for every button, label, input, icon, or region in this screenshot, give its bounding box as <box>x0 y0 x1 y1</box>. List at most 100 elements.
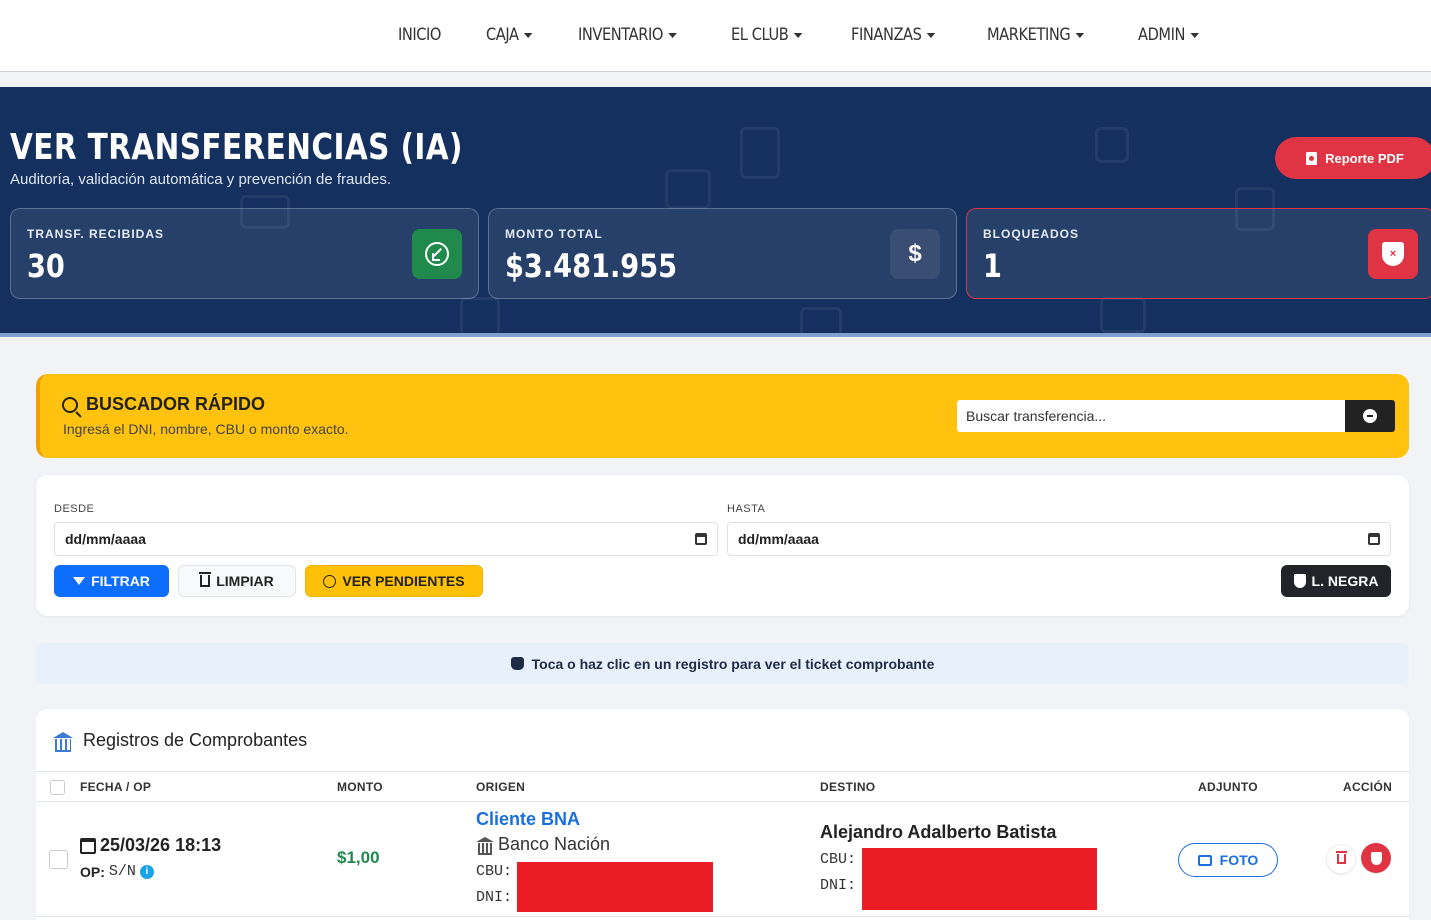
hero-banner: VER TRANSFERENCIAS (IA) Auditoría, valid… <box>0 87 1431 337</box>
row-checkbox[interactable] <box>49 850 68 869</box>
stat-card-total: MONTO TOTAL $3.481.955 $ <box>488 208 957 299</box>
stat-card-received: TRANSF. RECIBIDAS 30 <box>10 208 479 299</box>
decorative-pattern <box>1100 297 1146 333</box>
bank-icon <box>53 731 73 752</box>
nav-label: EL CLUB <box>730 25 789 45</box>
caret-down-icon <box>1190 32 1199 38</box>
filter-card: DESDE dd/mm/aaaa HASTA dd/mm/aaaa FILTRA… <box>36 475 1409 616</box>
stat-card-blocked: BLOQUEADOS 1 × <box>966 208 1431 299</box>
clock-icon <box>323 574 337 588</box>
nav-item-admin[interactable]: ADMIN <box>1138 25 1199 45</box>
pdf-report-label: Reporte PDF <box>1325 150 1404 166</box>
top-navbar: INICIO CAJA INVENTARIO EL CLUB FINANZAS … <box>0 0 1431 72</box>
from-date-input[interactable]: dd/mm/aaaa <box>54 522 718 556</box>
calendar-icon[interactable] <box>695 533 707 545</box>
column-header-action[interactable]: ACCIÓN <box>1343 780 1392 794</box>
row-date: 25/03/26 18:13 <box>80 835 221 856</box>
search-input[interactable] <box>957 400 1345 432</box>
decorative-pattern <box>740 127 780 179</box>
table-header: FECHA / OP MONTO ORIGEN DESTINO ADJUNTO … <box>36 771 1409 802</box>
caret-down-icon <box>523 32 533 38</box>
search-icon <box>62 396 78 413</box>
nav-item-finanzas[interactable]: FINANZAS <box>851 25 936 45</box>
filter-button-label: FILTRAR <box>91 573 150 589</box>
view-photo-label: FOTO <box>1219 852 1259 868</box>
blacklist-button-label: L. NEGRA <box>1311 573 1379 589</box>
nav-item-el-club[interactable]: EL CLUB <box>731 25 802 45</box>
destination-cbu-label: CBU: <box>820 851 857 868</box>
row-date-text: 25/03/26 18:13 <box>100 835 222 855</box>
caret-down-icon <box>667 32 677 38</box>
calendar-icon[interactable] <box>1368 533 1380 545</box>
nav-item-caja[interactable]: CAJA <box>486 25 533 45</box>
column-header-amount[interactable]: MONTO <box>337 780 383 794</box>
view-pending-label: VER PENDIENTES <box>342 573 465 589</box>
op-label: OP: <box>80 863 105 880</box>
block-button[interactable] <box>1361 843 1391 873</box>
caret-down-icon <box>1075 32 1085 38</box>
dollar-icon: $ <box>890 229 940 279</box>
nav-item-inicio[interactable]: INICIO <box>398 25 441 45</box>
stat-value: 1 <box>983 247 1002 285</box>
stat-value: $3.481.955 <box>505 247 678 285</box>
destination-dni-label: DNI: <box>820 877 857 894</box>
filter-button[interactable]: FILTRAR <box>54 565 169 597</box>
destination-name: Alejandro Adalberto Batista <box>820 822 1057 842</box>
decorative-pattern <box>800 307 842 333</box>
quick-search-subtitle: Ingresá el DNI, nombre, CBU o monto exac… <box>63 421 349 437</box>
blacklist-button[interactable]: L. NEGRA <box>1281 565 1391 597</box>
nav-label: ADMIN <box>1138 25 1185 45</box>
search-submit-button[interactable] <box>1345 400 1395 432</box>
bank-icon <box>476 836 494 855</box>
image-icon <box>1197 854 1212 866</box>
funnel-icon <box>73 577 86 585</box>
delete-button[interactable] <box>1326 844 1356 874</box>
decorative-pattern <box>665 169 711 209</box>
pdf-report-button[interactable]: Reporte PDF <box>1275 137 1431 179</box>
origin-bank-text: Banco Nación <box>498 834 611 854</box>
nav-menu: INICIO CAJA INVENTARIO EL CLUB FINANZAS … <box>398 0 1247 70</box>
view-pending-button[interactable]: VER PENDIENTES <box>305 565 483 597</box>
clear-button[interactable]: LIMPIAR <box>178 565 296 597</box>
shield-icon <box>1370 851 1382 865</box>
from-date-value: dd/mm/aaaa <box>65 531 146 547</box>
quick-search-title: BUSCADOR RÁPIDO <box>62 394 265 415</box>
nav-item-inventario[interactable]: INVENTARIO <box>578 25 677 45</box>
from-date-label: DESDE <box>54 503 95 515</box>
info-hint-text: Toca o haz clic en un registro para ver … <box>531 655 935 672</box>
stat-label: BLOQUEADOS <box>983 227 1080 241</box>
column-header-attachment[interactable]: ADJUNTO <box>1198 780 1258 794</box>
to-date-input[interactable]: dd/mm/aaaa <box>727 522 1391 556</box>
stat-label: MONTO TOTAL <box>505 227 603 241</box>
quick-search-title-text: BUSCADOR RÁPIDO <box>86 394 266 414</box>
origin-dni-label: DNI: <box>476 889 513 906</box>
column-header-origin[interactable]: ORIGEN <box>476 780 525 794</box>
stat-icon-box: × <box>1368 229 1418 279</box>
info-icon[interactable]: i <box>139 864 154 879</box>
shield-icon <box>1293 574 1306 588</box>
arrow-in-icon <box>425 242 449 266</box>
nav-label: INVENTARIO <box>577 25 663 45</box>
page-title: VER TRANSFERENCIAS (IA) <box>10 127 463 168</box>
to-date-label: HASTA <box>727 503 766 515</box>
column-header-date[interactable]: FECHA / OP <box>80 780 151 794</box>
info-hint-bar: Toca o haz clic en un registro para ver … <box>36 643 1409 684</box>
nav-label: INICIO <box>398 25 442 45</box>
select-all-checkbox[interactable] <box>50 780 65 795</box>
arrow-right-icon <box>1363 409 1377 423</box>
pdf-file-icon <box>1306 151 1318 165</box>
decorative-pattern <box>460 297 500 333</box>
view-photo-button[interactable]: FOTO <box>1178 843 1278 877</box>
nav-item-marketing[interactable]: MARKETING <box>987 25 1085 45</box>
column-header-destination[interactable]: DESTINO <box>820 780 875 794</box>
table-row[interactable]: 25/03/26 18:13 OP: S/N i $1,00 Cliente B… <box>36 802 1409 917</box>
pointer-hand-icon <box>510 657 524 670</box>
row-amount: $1,00 <box>337 848 380 867</box>
stat-icon-box <box>412 229 462 279</box>
records-title: Registros de Comprobantes <box>53 730 307 752</box>
nav-label: CAJA <box>486 25 519 45</box>
clear-button-label: LIMPIAR <box>216 573 274 589</box>
stat-value: 30 <box>27 247 65 285</box>
nav-label: MARKETING <box>987 25 1071 45</box>
redacted-origin-data <box>517 862 713 912</box>
